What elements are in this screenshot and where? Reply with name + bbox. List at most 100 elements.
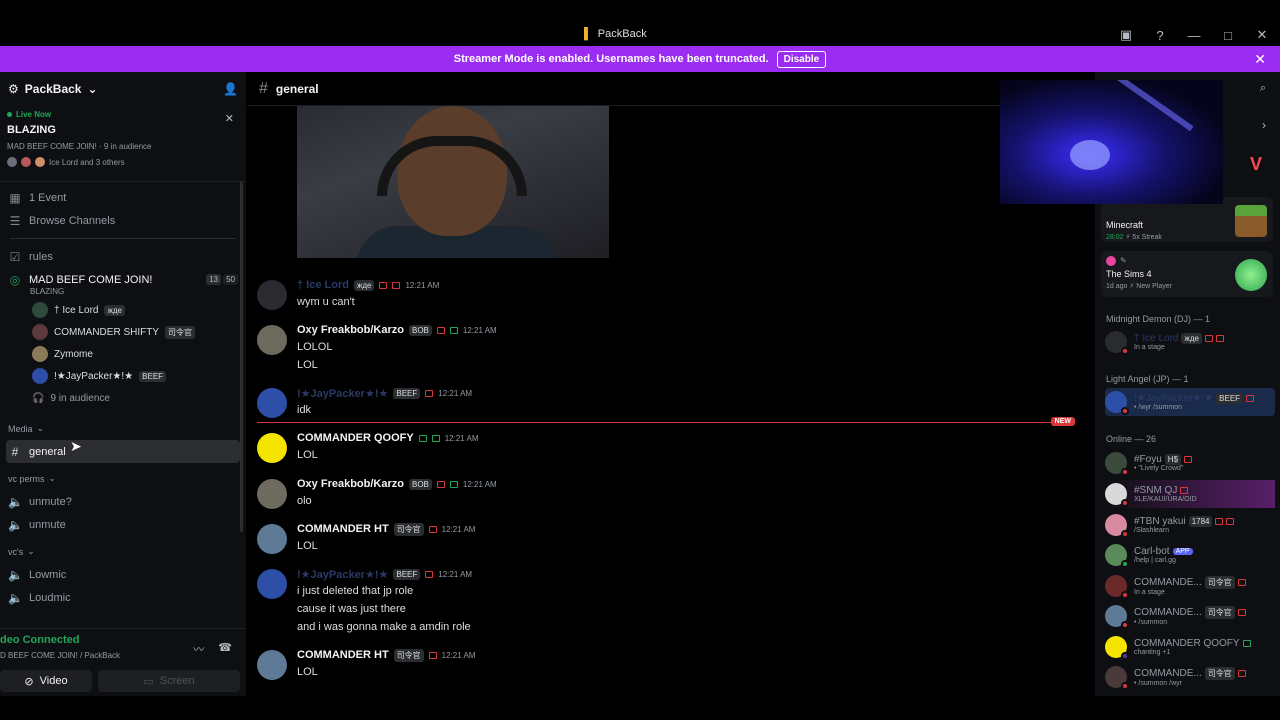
webcam-overlay xyxy=(1000,80,1223,204)
avatar xyxy=(1105,331,1129,355)
message[interactable]: !★JayPacker★!★ BEEF 12:21 AM i just delete… xyxy=(257,566,1077,636)
message-text: LOL xyxy=(297,666,318,678)
stage-user[interactable]: Zymome xyxy=(6,343,240,365)
message[interactable]: COMMANDER HT 司令官 12:21 AM LOL xyxy=(257,521,1077,555)
member-item[interactable]: COMMANDER QOOFY chanting +1 xyxy=(1105,633,1275,661)
message[interactable]: COMMANDER QOOFY 12:21 AM LOL xyxy=(257,430,1077,464)
status-icon xyxy=(428,651,437,659)
video-button[interactable]: ⊘ Video xyxy=(0,670,92,692)
stage-user[interactable]: COMMANDER SHIFTY 司令官 xyxy=(6,321,240,343)
banner-text: Streamer Mode is enabled. Usernames have… xyxy=(453,53,769,65)
embedded-image[interactable] xyxy=(297,106,609,258)
avatar xyxy=(1105,636,1129,660)
screen-share-button[interactable]: ▭ Screen xyxy=(98,670,240,692)
message[interactable]: COMMANDER HT 司令官 12:21 AM LOL xyxy=(257,647,1077,681)
channel-general[interactable]: # general xyxy=(6,440,240,463)
username[interactable]: COMMANDER QOOFY xyxy=(297,432,414,444)
message[interactable]: !★JayPacker★!★ BEEF 12:21 AM idk xyxy=(257,385,1077,419)
close-window-icon[interactable]: ✕ xyxy=(1254,27,1270,43)
divider xyxy=(10,238,236,239)
member-item[interactable]: COMMANDE... 司令官 In a stage xyxy=(1105,572,1275,600)
channel-unmute-q[interactable]: 🔈 unmute? xyxy=(6,490,240,513)
chevron-right-icon[interactable]: › xyxy=(1262,118,1266,132)
category-vc-perms[interactable]: vc perms ⌄ xyxy=(6,467,240,490)
username[interactable]: COMMANDER HT xyxy=(297,649,389,661)
message-text: idk xyxy=(297,404,312,416)
guild-header[interactable]: ⚙ PackBack ⌄ 👤 xyxy=(0,72,246,106)
avatar[interactable] xyxy=(257,388,287,418)
channel-loudmic[interactable]: 🔈 Loudmic xyxy=(6,586,240,609)
category-media[interactable]: Media ⌄ xyxy=(6,417,240,440)
events-item[interactable]: ▦ 1 Event xyxy=(6,186,240,209)
avatar[interactable] xyxy=(257,569,287,599)
avatar xyxy=(35,157,45,167)
image-content xyxy=(377,136,527,196)
member-item[interactable]: COMMANDE... 司令官 • /summon /wyr xyxy=(1105,663,1275,691)
username[interactable]: COMMANDER HT xyxy=(297,523,389,535)
help-icon[interactable]: ? xyxy=(1152,27,1168,43)
username[interactable]: † Ice Lord xyxy=(297,279,349,291)
speaker-icon: 🔈 xyxy=(8,590,23,605)
message[interactable]: Oxy Freakbob/Karzo BOB 12:21 AM LOLOL LOL xyxy=(257,322,1077,374)
message[interactable]: † Ice Lord жде 12:21 AM wym u can't xyxy=(257,277,1077,311)
channel-rules[interactable]: ☑ rules xyxy=(6,245,240,268)
message-text: i just deleted that jp role xyxy=(297,585,414,597)
username[interactable]: Oxy Freakbob/Karzo xyxy=(297,478,404,490)
avatar[interactable] xyxy=(257,325,287,355)
member-item[interactable]: #Foyu H$ • "Lively Crowd" xyxy=(1105,449,1275,477)
avatar xyxy=(21,157,31,167)
username[interactable]: !★JayPacker★!★ xyxy=(297,568,388,581)
invite-user-icon[interactable]: 👤 xyxy=(223,82,238,96)
live-users: Ice Lord and 3 others xyxy=(7,157,239,167)
app-logo-icon: ▌ xyxy=(584,28,592,40)
username[interactable]: Oxy Freakbob/Karzo xyxy=(297,324,404,336)
sidebar-scrollbar[interactable] xyxy=(240,182,243,532)
stage-user[interactable]: !★JayPacker★!★ BEEF xyxy=(6,365,240,387)
avatar[interactable] xyxy=(257,650,287,680)
voice-channel-name[interactable]: D BEEF COME JOIN! / PackBack xyxy=(0,651,120,660)
stage-user[interactable]: † Ice Lord жде xyxy=(6,299,240,321)
member-item[interactable]: !★JayPacker★!★ BEEF • /wyr /summon xyxy=(1105,388,1275,416)
close-icon[interactable]: ✕ xyxy=(1254,51,1266,68)
member-item[interactable]: † Ice Lord жде In a stage xyxy=(1105,328,1275,356)
close-icon[interactable]: ✕ xyxy=(225,112,234,125)
avatar xyxy=(1105,514,1129,538)
channel-unmute[interactable]: 🔈 unmute xyxy=(6,513,240,536)
maximize-icon[interactable]: □ xyxy=(1220,27,1236,43)
member-item[interactable]: COMMANDE... 司令官 • /summon xyxy=(1105,602,1275,630)
inbox-icon[interactable]: ▣ xyxy=(1118,27,1134,43)
audience-count[interactable]: 🎧 9 in audience xyxy=(6,387,240,409)
rules-icon: ☑ xyxy=(9,249,21,264)
avatar[interactable] xyxy=(257,280,287,310)
avatar xyxy=(1105,452,1129,476)
avatar xyxy=(32,302,48,318)
member-item[interactable]: #TBN yakui 1784/Slashlearn xyxy=(1105,511,1275,539)
chat-area: # general † Ice Lord жде 12:21 AM wym u ca… xyxy=(247,72,1095,696)
message[interactable]: Oxy Freakbob/Karzo BOB 12:21 AM olo xyxy=(257,476,1077,510)
status-icon xyxy=(449,326,458,334)
category-vcs[interactable]: vc's ⌄ xyxy=(6,540,240,563)
browse-channels-item[interactable]: ☰ Browse Channels xyxy=(6,209,240,232)
minimize-icon[interactable]: — xyxy=(1186,27,1202,43)
avatar xyxy=(32,368,48,384)
search-icon[interactable]: ⌕ xyxy=(1260,82,1266,95)
overlay-content xyxy=(1116,80,1194,132)
game-icon xyxy=(1106,256,1116,266)
status-icon xyxy=(436,326,445,334)
member-item[interactable]: Carl-bot APP/help | carl.gg xyxy=(1105,541,1275,569)
disable-button[interactable]: Disable xyxy=(776,50,827,68)
activity-card[interactable]: ✎ The Sims 4 1d ago ⚡ New Player xyxy=(1101,251,1273,297)
avatar[interactable] xyxy=(257,479,287,509)
screen-icon: ▭ xyxy=(143,675,154,688)
avatar[interactable] xyxy=(257,433,287,463)
minecraft-icon xyxy=(1235,205,1267,237)
channel-lowmic[interactable]: 🔈 Lowmic xyxy=(6,563,240,586)
stage-counts: 13 50 xyxy=(206,274,238,285)
status-icon xyxy=(428,525,437,533)
live-stage-card[interactable]: Live Now BLAZING MAD BEEF COME JOIN! · 9… xyxy=(0,106,246,182)
member-item[interactable]: #SNM QJ XLE/KAUI/URA/OID xyxy=(1105,480,1275,508)
username[interactable]: !★JayPacker★!★ xyxy=(297,387,388,400)
disconnect-icon[interactable]: ☎ xyxy=(218,641,232,657)
avatar[interactable] xyxy=(257,524,287,554)
noise-suppression-icon[interactable]: 〰 xyxy=(193,641,204,657)
